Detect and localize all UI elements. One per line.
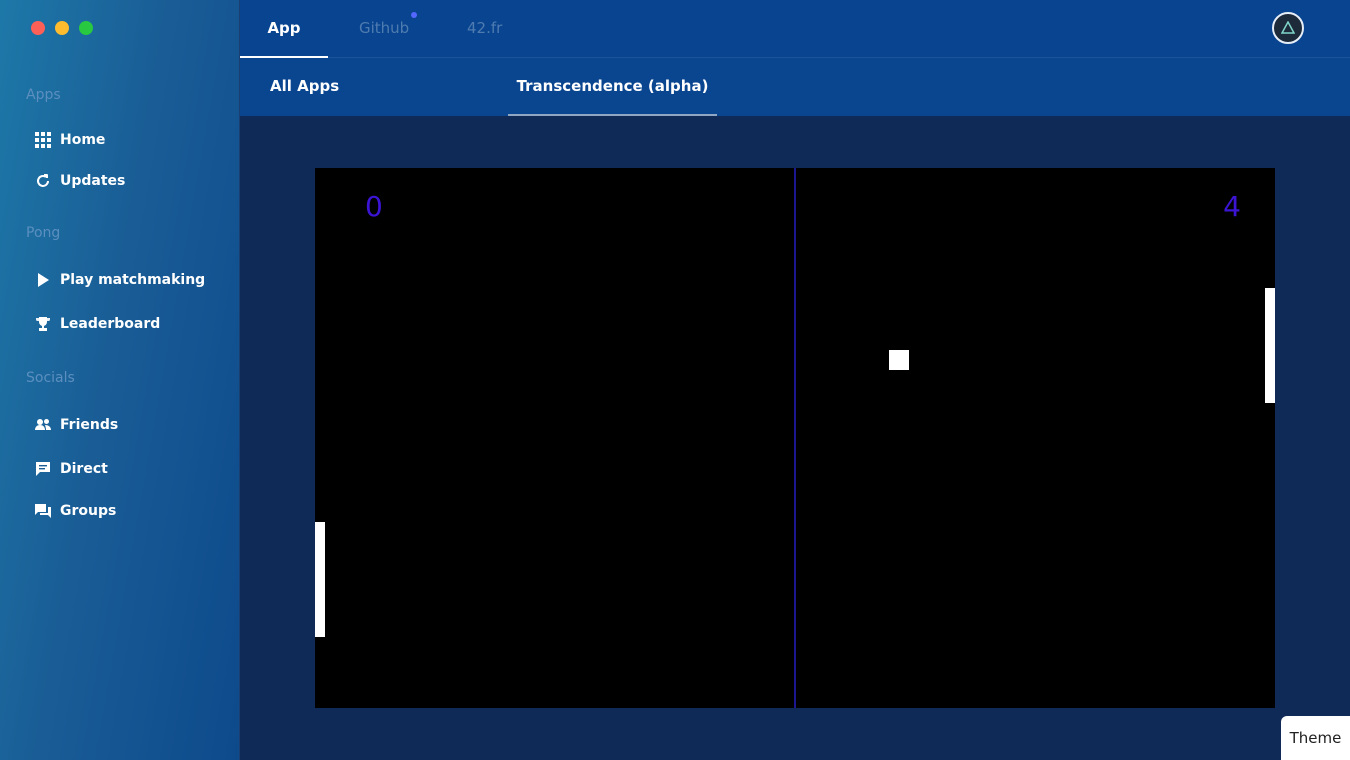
tab-label: Github: [359, 19, 410, 37]
groups-icon: [35, 503, 51, 519]
section-title-socials: Socials: [26, 370, 75, 386]
sidebar-item-label: Play matchmaking: [60, 272, 206, 288]
maximize-window-button[interactable]: [79, 21, 93, 35]
section-title-pong: Pong: [26, 225, 61, 241]
left-paddle: [315, 522, 325, 637]
tab-all-apps[interactable]: All Apps: [270, 58, 339, 116]
sub-nav: All Apps Transcendence (alpha): [240, 58, 1350, 116]
tab-github[interactable]: Github: [359, 0, 418, 58]
sidebar-item-label: Leaderboard: [60, 316, 161, 332]
left-score: 0: [365, 190, 383, 223]
notification-dot: [411, 12, 418, 18]
trophy-icon: [35, 316, 51, 332]
chat-icon: [35, 461, 51, 477]
refresh-icon: [35, 173, 51, 189]
sidebar-item-label: Friends: [60, 417, 119, 433]
sidebar-item-label: Groups: [60, 503, 117, 519]
sidebar-item-leaderboard[interactable]: Leaderboard: [35, 316, 160, 332]
sidebar-item-home[interactable]: Home: [35, 132, 105, 148]
sidebar-item-direct[interactable]: Direct: [35, 461, 108, 477]
sidebar: Apps Home Updates Pong Play matchmaking: [0, 0, 240, 760]
center-net: [794, 168, 796, 708]
minimize-window-button[interactable]: [55, 21, 69, 35]
sidebar-item-groups[interactable]: Groups: [35, 503, 116, 519]
close-window-button[interactable]: [31, 21, 45, 35]
top-nav: App Github 42.fr: [240, 0, 1350, 58]
theme-button[interactable]: Theme: [1281, 716, 1350, 760]
sidebar-item-updates[interactable]: Updates: [35, 173, 125, 189]
tab-42fr[interactable]: 42.fr: [467, 0, 502, 58]
tab-transcendence[interactable]: Transcendence (alpha): [508, 58, 717, 116]
grid-icon: [35, 132, 51, 148]
ball: [889, 350, 909, 370]
right-paddle: [1265, 288, 1275, 403]
right-score: 4: [1223, 190, 1241, 223]
friends-icon: [35, 417, 51, 433]
sidebar-item-label: Direct: [60, 461, 108, 477]
sidebar-item-label: Updates: [60, 173, 126, 189]
triangle-logo-icon: [1281, 21, 1295, 34]
play-icon: [35, 272, 51, 288]
sidebar-item-friends[interactable]: Friends: [35, 417, 118, 433]
tab-app[interactable]: App: [240, 0, 328, 58]
window-controls: [31, 21, 93, 35]
avatar[interactable]: [1272, 12, 1304, 44]
pong-court[interactable]: 0 4: [315, 168, 1275, 708]
sidebar-item-label: Home: [60, 132, 106, 148]
section-title-apps: Apps: [26, 87, 61, 103]
sidebar-item-play-matchmaking[interactable]: Play matchmaking: [35, 272, 205, 288]
